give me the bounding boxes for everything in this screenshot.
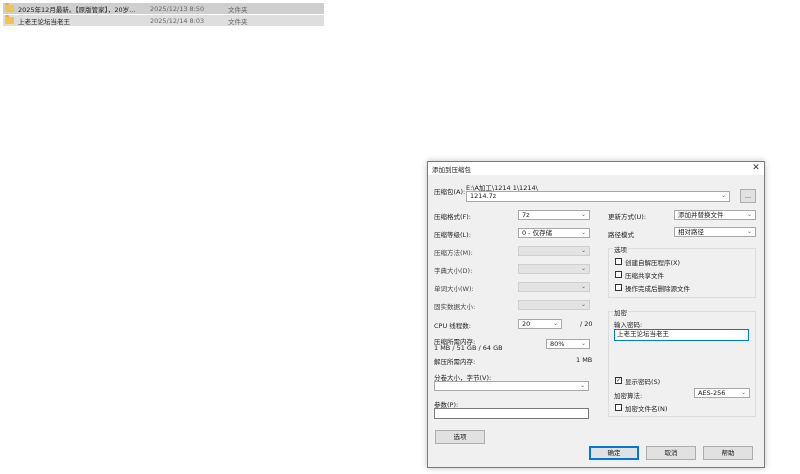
decompress-memory-label: 解压所需内存: xyxy=(434,358,476,366)
word-size-select[interactable]: ⌄ xyxy=(518,282,590,292)
chevron-down-icon: ⌄ xyxy=(580,211,586,218)
memory-percent-value: 80% xyxy=(550,340,565,348)
sfx-checkbox[interactable] xyxy=(615,258,622,265)
chevron-down-icon: ⌄ xyxy=(580,283,586,290)
chevron-down-icon: ⌄ xyxy=(580,229,586,236)
encrypt-names-checkbox[interactable] xyxy=(615,404,622,411)
file-type: 文件夹 xyxy=(228,17,248,26)
cancel-button[interactable]: 取消 xyxy=(646,446,696,460)
encryption-group-title: 加密 xyxy=(613,307,628,317)
encryption-method-label: 加密算法: xyxy=(614,392,643,400)
split-size-combo[interactable]: ⌄ xyxy=(434,381,589,391)
chevron-down-icon: ⌄ xyxy=(746,211,752,218)
browse-button[interactable]: ... xyxy=(740,189,756,203)
solid-size-label: 固实数据大小: xyxy=(434,303,476,311)
cpu-threads-value: 20 xyxy=(522,320,531,328)
encrypt-names-label: 加密文件名(N) xyxy=(625,405,668,413)
encryption-method-value: AES-256 xyxy=(698,389,726,397)
chevron-down-icon: ⌄ xyxy=(740,389,746,396)
update-mode-value: 添加并替换文件 xyxy=(678,211,724,219)
archive-name-combo[interactable]: 1214.7z ⌄ xyxy=(466,191,730,202)
params-input[interactable] xyxy=(434,408,589,419)
dictionary-label: 字典大小(D): xyxy=(434,267,473,275)
update-mode-select[interactable]: 添加并替换文件 ⌄ xyxy=(674,210,756,220)
chevron-down-icon: ⌄ xyxy=(580,340,586,347)
cpu-threads-max: / 20 xyxy=(580,320,593,328)
path-mode-label: 路径模式 xyxy=(608,231,634,239)
chevron-down-icon: ⌄ xyxy=(720,192,726,199)
file-date: 2025/12/13 8:50 xyxy=(150,4,205,13)
archive-name: 1214.7z xyxy=(470,192,497,200)
archive-label: 压缩包(A): xyxy=(434,188,466,196)
chevron-down-icon: ⌄ xyxy=(580,301,586,308)
shared-files-label: 压缩共享文件 xyxy=(625,272,664,280)
password-input[interactable]: 上老王论坛当老王 xyxy=(614,329,749,341)
chevron-down-icon: ⌄ xyxy=(746,228,752,235)
file-list: 2025年12月最新。【原版管家】，20岁... 2025/12/13 8:50… xyxy=(3,3,324,26)
add-to-archive-dialog: 添加到压缩包 ✕ 压缩包(A): E:\A加工\1214 1\1214\ 121… xyxy=(427,161,765,468)
delete-after-checkbox[interactable] xyxy=(615,284,622,291)
memory-detail: 1 MB / 51 GB / 64 GB xyxy=(434,344,503,352)
method-select[interactable]: ⌄ xyxy=(518,246,590,256)
chevron-down-icon: ⌄ xyxy=(579,382,585,389)
path-mode-select[interactable]: 相对路径 ⌄ xyxy=(674,227,756,237)
help-button[interactable]: 帮助 xyxy=(703,446,753,460)
file-name: 2025年12月最新。【原版管家】，20岁... xyxy=(18,5,136,14)
chevron-down-icon: ⌄ xyxy=(580,247,586,254)
format-select[interactable]: 7z ⌄ xyxy=(518,210,590,220)
format-label: 压缩格式(F): xyxy=(434,213,472,221)
memory-percent-select[interactable]: 80% ⌄ xyxy=(546,339,590,349)
chevron-down-icon: ⌄ xyxy=(580,265,586,272)
cpu-threads-select[interactable]: 20 ⌄ xyxy=(518,319,562,329)
update-mode-label: 更新方式(U): xyxy=(608,213,647,221)
file-name: 上老王论坛当老王 xyxy=(18,17,70,26)
delete-after-label: 操作完成后删除源文件 xyxy=(625,285,690,293)
encryption-method-select[interactable]: AES-256 ⌄ xyxy=(694,388,750,398)
dialog-title: 添加到压缩包 xyxy=(432,166,471,174)
decompress-memory-value: 1 MB xyxy=(576,356,593,364)
method-label: 压缩方法(M): xyxy=(434,249,473,257)
folder-icon xyxy=(5,15,14,24)
folder-icon xyxy=(5,3,14,12)
close-icon[interactable]: ✕ xyxy=(749,162,763,175)
show-password-label: 显示密码(S) xyxy=(625,378,661,386)
sfx-label: 创建自解压程序(X) xyxy=(625,259,681,267)
cpu-threads-label: CPU 线程数: xyxy=(434,322,471,330)
password-label: 输入密码: xyxy=(614,321,643,329)
file-type: 文件夹 xyxy=(228,5,248,14)
file-date: 2025/12/14 8:03 xyxy=(150,16,205,25)
level-select[interactable]: 0 - 仅存储 ⌄ xyxy=(518,228,590,238)
solid-size-select[interactable]: ⌄ xyxy=(518,300,590,310)
title-bar: 添加到压缩包 ✕ xyxy=(428,162,764,175)
format-value: 7z xyxy=(522,211,530,219)
options-group-title: 选项 xyxy=(613,244,628,254)
dictionary-select[interactable]: ⌄ xyxy=(518,264,590,274)
show-password-checkbox[interactable]: ✓ xyxy=(615,377,622,384)
file-row[interactable]: 上老王论坛当老王 2025/12/14 8:03 文件夹 xyxy=(3,15,324,26)
password-value: 上老王论坛当老王 xyxy=(617,330,669,338)
level-value: 0 - 仅存储 xyxy=(522,229,553,237)
level-label: 压缩等级(L): xyxy=(434,231,471,239)
path-mode-value: 相对路径 xyxy=(678,228,704,236)
ok-button[interactable]: 确定 xyxy=(589,446,639,460)
shared-files-checkbox[interactable] xyxy=(615,271,622,278)
chevron-down-icon: ⌄ xyxy=(552,320,558,327)
file-row[interactable]: 2025年12月最新。【原版管家】，20岁... 2025/12/13 8:50… xyxy=(3,3,324,14)
options-button[interactable]: 选项 xyxy=(435,430,485,444)
word-size-label: 单词大小(W): xyxy=(434,285,474,293)
